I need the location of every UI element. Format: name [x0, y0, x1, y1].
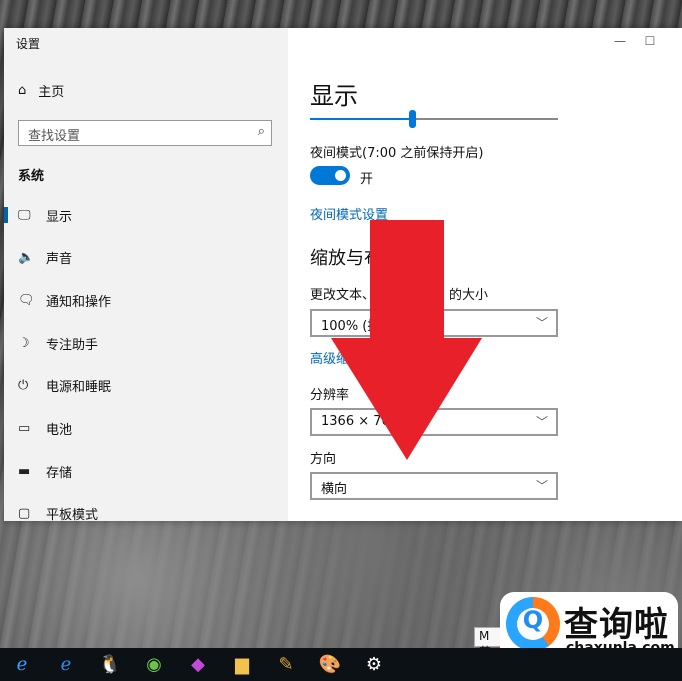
slider-thumb[interactable]: [408, 110, 416, 128]
chevron-down-icon: ﹀: [535, 479, 548, 493]
sidebar-item-label: 通知和操作: [46, 294, 112, 310]
chevron-down-icon: ﹀: [535, 316, 548, 330]
window-title: 设置: [16, 37, 41, 51]
text-size-label-end: 的大小: [449, 288, 489, 303]
watermark-logo-icon: Q: [506, 597, 560, 651]
chevron-down-icon: ﹀: [535, 415, 548, 429]
brightness-slider[interactable]: [310, 110, 558, 128]
maximize-button[interactable]: ☐: [638, 32, 662, 50]
sidebar-item-label: 平板模式: [46, 508, 99, 521]
slider-fill: [310, 118, 412, 120]
main-content: — ☐ 显示 夜间模式(7:00 之前保持开启) 开 夜间模式设置 缩放与布 更…: [288, 28, 682, 521]
sidebar-item[interactable]: ⏻ 电源和睡眠: [4, 371, 288, 401]
section-title: 系统: [18, 169, 45, 184]
broom-icon[interactable]: ✎: [264, 648, 308, 681]
moon-icon: ☽: [18, 335, 30, 351]
power-icon: ⏻: [18, 378, 29, 394]
night-mode-toggle[interactable]: [310, 166, 350, 185]
sidebar-item[interactable]: 🗨 通知和操作: [4, 285, 288, 315]
edge-icon[interactable]: ℯ: [44, 648, 88, 681]
page-title: 显示: [310, 82, 358, 110]
kite-icon[interactable]: ◆: [176, 648, 220, 681]
sidebar-item[interactable]: ▭ 电池: [4, 414, 288, 444]
home-nav[interactable]: ⌂ 主页: [18, 80, 64, 100]
resolution-value: 1366 × 768: [321, 414, 399, 429]
search-icon: ⌕: [257, 124, 265, 139]
ie-icon[interactable]: ℯ: [0, 648, 44, 681]
orientation-value: 横向: [321, 482, 348, 497]
sidebar-item[interactable]: 🔈 声音: [4, 243, 288, 273]
watermark-text: 查询啦: [564, 605, 669, 645]
sidebar: 设置 ⌂ 主页 查找设置 ⌕ 系统 🖵 显示 🔈 声音 🗨 通知和操作 ☽ 专注助手 ⏻ 电源和睡…: [4, 28, 288, 521]
settings-gear-icon[interactable]: ⚙: [352, 648, 396, 681]
file-explorer-icon[interactable]: ▆: [220, 648, 264, 681]
tablet-icon: ▢: [18, 506, 31, 521]
sidebar-item[interactable]: ☽ 专注助手: [4, 328, 288, 358]
sidebar-item[interactable]: ▬ 存储: [4, 456, 288, 486]
scale-layout-heading: 缩放与布: [310, 248, 382, 269]
active-indicator: [4, 207, 8, 223]
sidebar-item-label: 专注助手: [46, 337, 99, 353]
browser-360-icon[interactable]: ◉: [132, 648, 176, 681]
home-label: 主页: [38, 84, 65, 100]
sidebar-item-label: 显示: [46, 209, 73, 225]
storage-icon: ▬: [18, 463, 31, 479]
notification-icon: 🗨: [18, 292, 35, 308]
orientation-dropdown[interactable]: 横向 ﹀: [310, 472, 558, 500]
title-bar: 设置: [4, 28, 288, 58]
night-mode-settings-link[interactable]: 夜间模式设置: [310, 204, 388, 223]
resolution-dropdown[interactable]: 1366 × 768 ﹀: [310, 408, 558, 436]
sidebar-item[interactable]: 🖵 显示: [4, 200, 288, 230]
text-size-label-start: 更改文本、: [310, 288, 376, 303]
night-mode-label: 夜间模式(7:00 之前保持开启): [310, 146, 484, 161]
paint-icon[interactable]: 🎨: [308, 648, 352, 681]
orientation-label: 方向: [310, 452, 337, 467]
scale-dropdown[interactable]: 100% (推 ﹀: [310, 309, 558, 337]
sidebar-item-label: 电池: [46, 423, 73, 438]
sidebar-item-label: 电源和睡眠: [46, 380, 112, 396]
qq-icon[interactable]: 🐧: [88, 648, 132, 681]
search-input[interactable]: 查找设置 ⌕: [18, 120, 272, 146]
minimize-button[interactable]: —: [608, 32, 632, 50]
scale-value: 100% (推: [321, 319, 381, 334]
night-mode-state: 开: [360, 172, 374, 187]
toggle-knob: [335, 170, 346, 181]
monitor-icon: 🖵: [18, 207, 31, 223]
sidebar-item-label: 声音: [46, 252, 73, 268]
sidebar-item-label: 存储: [46, 465, 73, 481]
advanced-scaling-link[interactable]: 高级缩: [310, 348, 349, 367]
speaker-icon: 🔈: [18, 250, 35, 266]
sidebar-item[interactable]: ▢ 平板模式: [4, 499, 288, 521]
watermark-logo-letter: Q: [522, 606, 544, 634]
battery-icon: ▭: [18, 421, 31, 436]
settings-window: 设置 ⌂ 主页 查找设置 ⌕ 系统 🖵 显示 🔈 声音 🗨 通知和操作 ☽ 专注助手 ⏻ 电源和睡…: [4, 28, 682, 521]
search-placeholder: 查找设置: [28, 129, 81, 144]
taskbar: ℯ ℯ 🐧 ◉ ◆ ▆ ✎ 🎨 ⚙: [0, 648, 682, 681]
home-icon: ⌂: [18, 82, 27, 98]
text-size-label: 更改文本、 的大小: [310, 284, 488, 303]
resolution-label: 分辨率: [310, 388, 350, 403]
